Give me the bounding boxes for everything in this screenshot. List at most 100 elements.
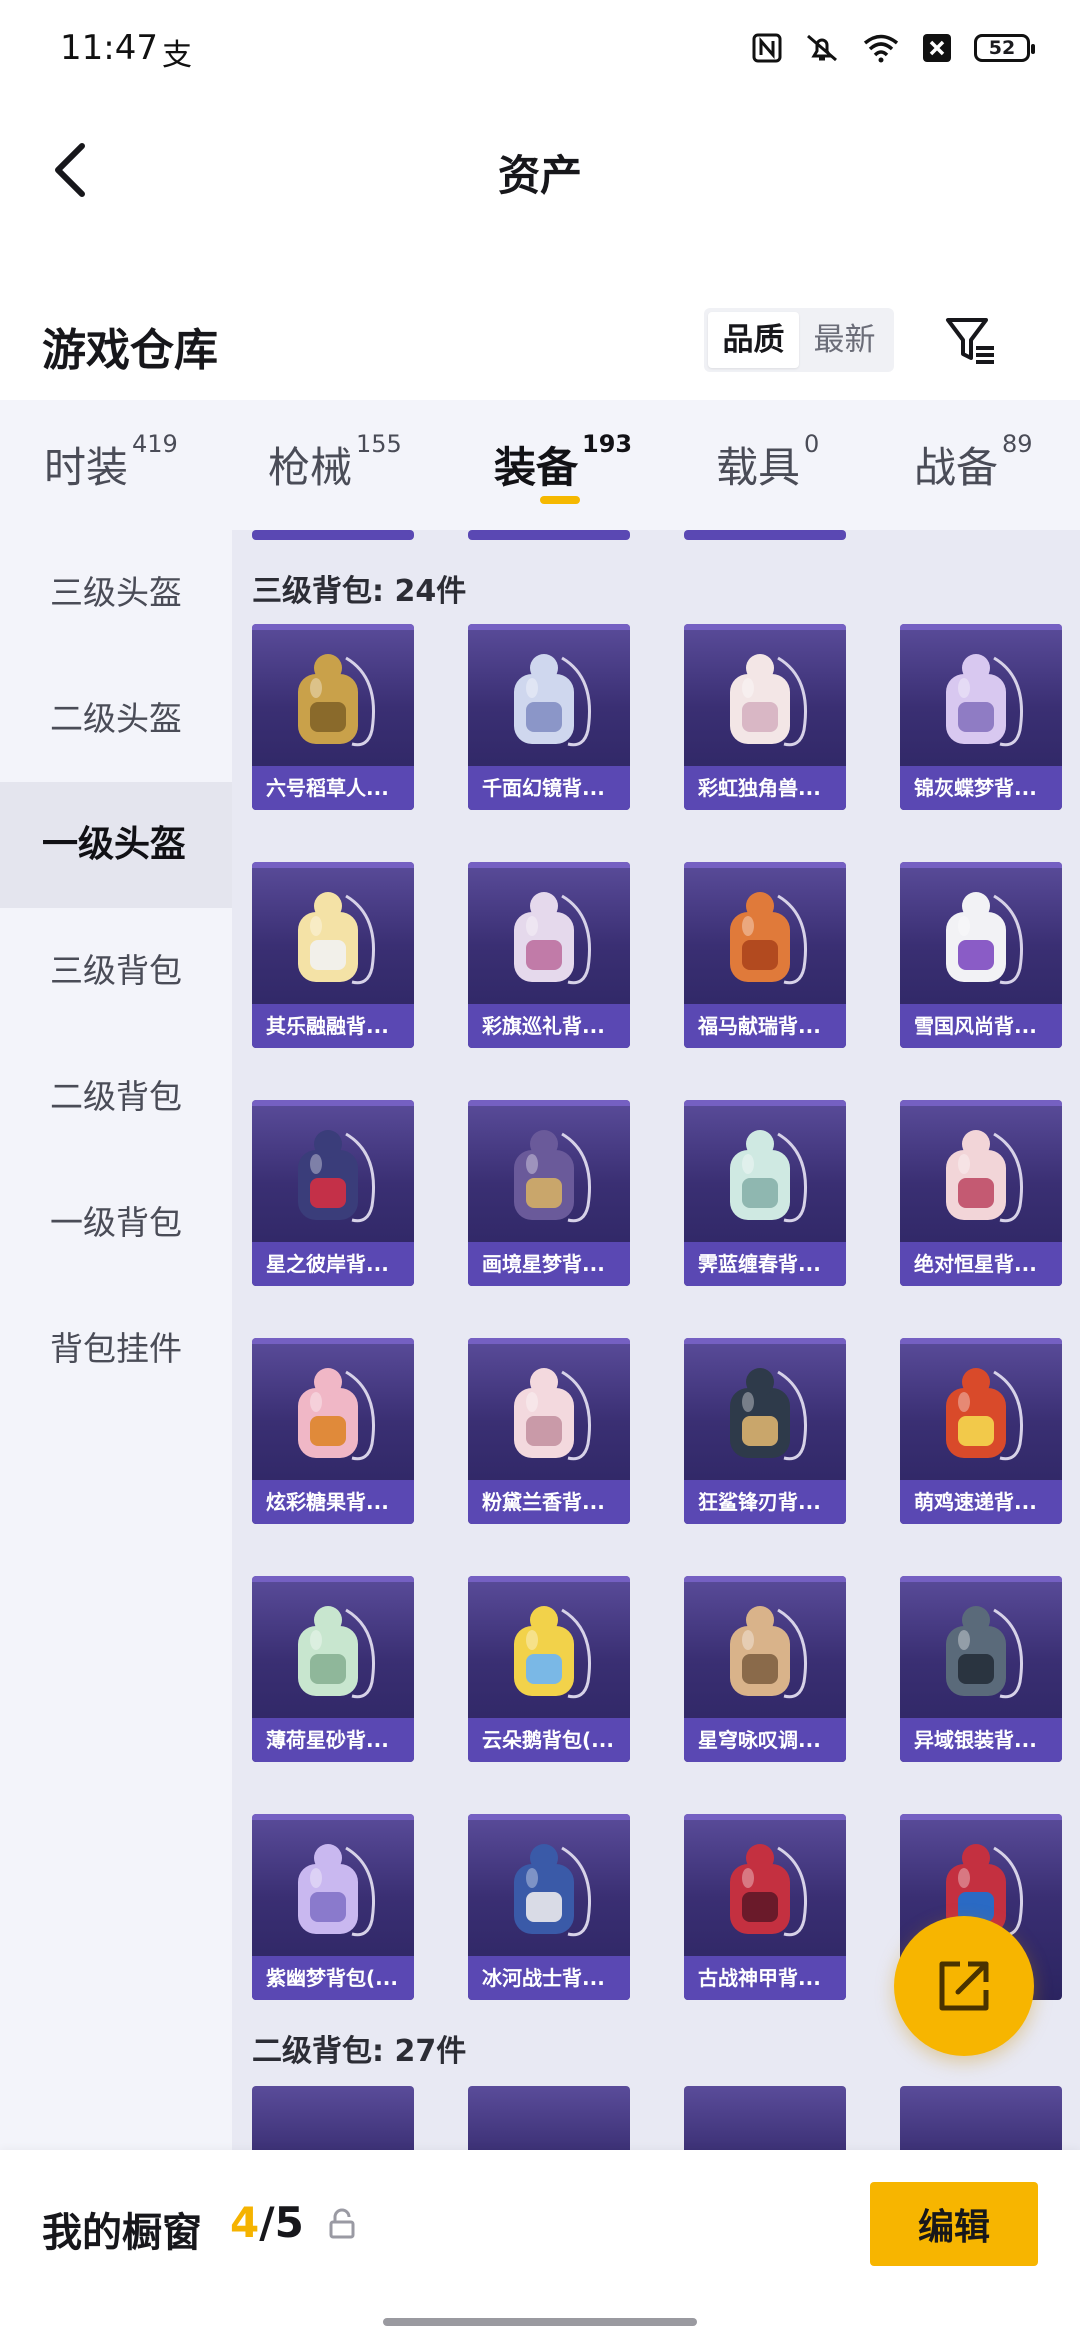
item-card[interactable]: 星穹咏叹调... bbox=[684, 1576, 846, 1762]
item-card[interactable]: 冰河战士背... bbox=[468, 1814, 630, 2000]
showcase-count: 4/5 bbox=[230, 2198, 304, 2247]
item-card[interactable]: 紫幽梦背包(... bbox=[252, 1814, 414, 2000]
card-quality-strip bbox=[900, 862, 1062, 868]
card-quality-strip bbox=[900, 1338, 1062, 1344]
partial-item-card[interactable] bbox=[468, 2086, 630, 2150]
side-item-level2-backpack[interactable]: 二级背包 bbox=[0, 1034, 232, 1160]
lock-icon bbox=[328, 2208, 356, 2240]
card-quality-strip bbox=[252, 862, 414, 868]
backpack-icon bbox=[514, 1368, 592, 1461]
card-quality-strip bbox=[684, 1338, 846, 1344]
partial-item-card[interactable] bbox=[252, 530, 414, 540]
partial-item-card[interactable] bbox=[468, 530, 630, 540]
partial-item-card[interactable] bbox=[900, 2086, 1062, 2150]
card-quality-strip bbox=[900, 1814, 1062, 1820]
backpack-icon bbox=[514, 1844, 592, 1937]
tab-count: 0 bbox=[804, 430, 820, 458]
tab-vehicles[interactable]: 载具 0 bbox=[716, 430, 819, 495]
side-item-level3-backpack[interactable]: 三级背包 bbox=[0, 908, 232, 1034]
side-item-level3-helmet[interactable]: 三级头盔 bbox=[0, 530, 232, 656]
item-card[interactable]: 萌鸡速递背... bbox=[900, 1338, 1062, 1524]
tab-equipment[interactable]: 装备 193 bbox=[494, 430, 632, 495]
card-quality-strip bbox=[468, 1100, 630, 1106]
sort-quality-option[interactable]: 品质 bbox=[708, 312, 799, 368]
backpack-icon bbox=[730, 1368, 808, 1461]
item-card[interactable]: 薄荷星砂背... bbox=[252, 1576, 414, 1762]
item-card-label: 霁蓝缠春背... bbox=[684, 1242, 846, 1286]
backpack-icon bbox=[298, 1606, 376, 1699]
side-item-level2-helmet[interactable]: 二级头盔 bbox=[0, 656, 232, 782]
item-card[interactable]: 画境星梦背... bbox=[468, 1100, 630, 1286]
share-button[interactable] bbox=[894, 1916, 1034, 2056]
backpack-icon bbox=[298, 1130, 376, 1223]
item-card-label: 萌鸡速递背... bbox=[900, 1480, 1062, 1524]
card-quality-strip bbox=[684, 1814, 846, 1820]
item-card[interactable]: 古战神甲背... bbox=[684, 1814, 846, 2000]
partial-item-card[interactable] bbox=[684, 530, 846, 540]
backpack-icon bbox=[946, 1606, 1024, 1699]
sort-newest-option[interactable]: 最新 bbox=[799, 312, 890, 368]
item-card-label: 绝对恒星背... bbox=[900, 1242, 1062, 1286]
tab-fashion[interactable]: 时装 419 bbox=[44, 430, 178, 495]
filter-icon bbox=[946, 318, 994, 364]
backpack-icon bbox=[298, 1368, 376, 1461]
nfc-icon bbox=[752, 33, 782, 63]
side-item-level1-backpack[interactable]: 一级背包 bbox=[0, 1160, 232, 1286]
backpack-icon bbox=[730, 1606, 808, 1699]
item-card-label: 异域银装背... bbox=[900, 1718, 1062, 1762]
card-quality-strip bbox=[252, 1338, 414, 1344]
item-card-label: 千面幻镜背... bbox=[468, 766, 630, 810]
card-quality-strip bbox=[900, 624, 1062, 630]
showcase-label: 我的橱窗 bbox=[42, 2210, 202, 2256]
side-item-backpack-charm[interactable]: 背包挂件 bbox=[0, 1286, 232, 1412]
home-indicator[interactable] bbox=[383, 2318, 697, 2326]
sort-toggle: 品质 最新 bbox=[704, 308, 894, 372]
tab-combat-gear[interactable]: 战备 89 bbox=[914, 430, 1033, 495]
alipay-icon: 支 bbox=[162, 38, 192, 73]
item-card[interactable]: 千面幻镜背... bbox=[468, 624, 630, 810]
tab-firearms[interactable]: 枪械 155 bbox=[268, 430, 402, 495]
backpack-icon bbox=[730, 654, 808, 747]
title-bar: 资产 bbox=[0, 120, 1080, 220]
item-card[interactable]: 炫彩糖果背... bbox=[252, 1338, 414, 1524]
card-quality-strip bbox=[468, 1576, 630, 1582]
item-card[interactable]: 粉黛兰香背... bbox=[468, 1338, 630, 1524]
item-grid-area[interactable]: 三级背包: 24件 六号稻草人... 千面幻镜背... 彩虹独角兽... 锦灰蝶梦背.… bbox=[232, 530, 1080, 2150]
item-card[interactable]: 星之彼岸背... bbox=[252, 1100, 414, 1286]
item-card[interactable]: 霁蓝缠春背... bbox=[684, 1100, 846, 1286]
item-card[interactable]: 福马献瑞背... bbox=[684, 862, 846, 1048]
edit-button[interactable]: 编辑 bbox=[870, 2182, 1038, 2266]
item-card-label: 星之彼岸背... bbox=[252, 1242, 414, 1286]
card-quality-strip bbox=[468, 862, 630, 868]
item-card[interactable]: 异域银装背... bbox=[900, 1576, 1062, 1762]
side-item-level1-helmet[interactable]: 一级头盔 bbox=[0, 782, 232, 908]
card-quality-strip bbox=[684, 1576, 846, 1582]
tab-label: 枪械 bbox=[268, 443, 353, 492]
item-card[interactable]: 其乐融融背... bbox=[252, 862, 414, 1048]
item-card[interactable]: 彩旗巡礼背... bbox=[468, 862, 630, 1048]
partial-item-card[interactable] bbox=[252, 2086, 414, 2150]
partial-item-card[interactable] bbox=[684, 2086, 846, 2150]
item-card[interactable]: 六号稻草人... bbox=[252, 624, 414, 810]
item-card-label: 雪国风尚背... bbox=[900, 1004, 1062, 1048]
item-card[interactable]: 雪国风尚背... bbox=[900, 862, 1062, 1048]
card-quality-strip bbox=[252, 1100, 414, 1106]
card-quality-strip bbox=[468, 624, 630, 630]
page-title: 资产 bbox=[497, 151, 582, 200]
item-card-label: 紫幽梦背包(... bbox=[252, 1956, 414, 2000]
tab-count: 89 bbox=[1002, 430, 1033, 458]
item-card[interactable]: 锦灰蝶梦背... bbox=[900, 624, 1062, 810]
tab-label: 时装 bbox=[44, 443, 129, 492]
item-card[interactable]: 狂鲨锋刃背... bbox=[684, 1338, 846, 1524]
bottom-bar: 我的橱窗 4/5 编辑 bbox=[0, 2150, 1080, 2340]
backpack-icon bbox=[730, 1130, 808, 1223]
item-card[interactable]: 彩虹独角兽... bbox=[684, 624, 846, 810]
tab-label: 装备 bbox=[494, 443, 579, 492]
item-card[interactable]: 云朵鹅背包(... bbox=[468, 1576, 630, 1762]
item-card[interactable]: 绝对恒星背... bbox=[900, 1100, 1062, 1286]
showcase-max: 5 bbox=[274, 2198, 304, 2247]
filter-button[interactable] bbox=[940, 310, 1002, 372]
mute-icon bbox=[804, 32, 840, 64]
card-quality-strip bbox=[252, 624, 414, 630]
backpack-icon bbox=[946, 1368, 1024, 1461]
